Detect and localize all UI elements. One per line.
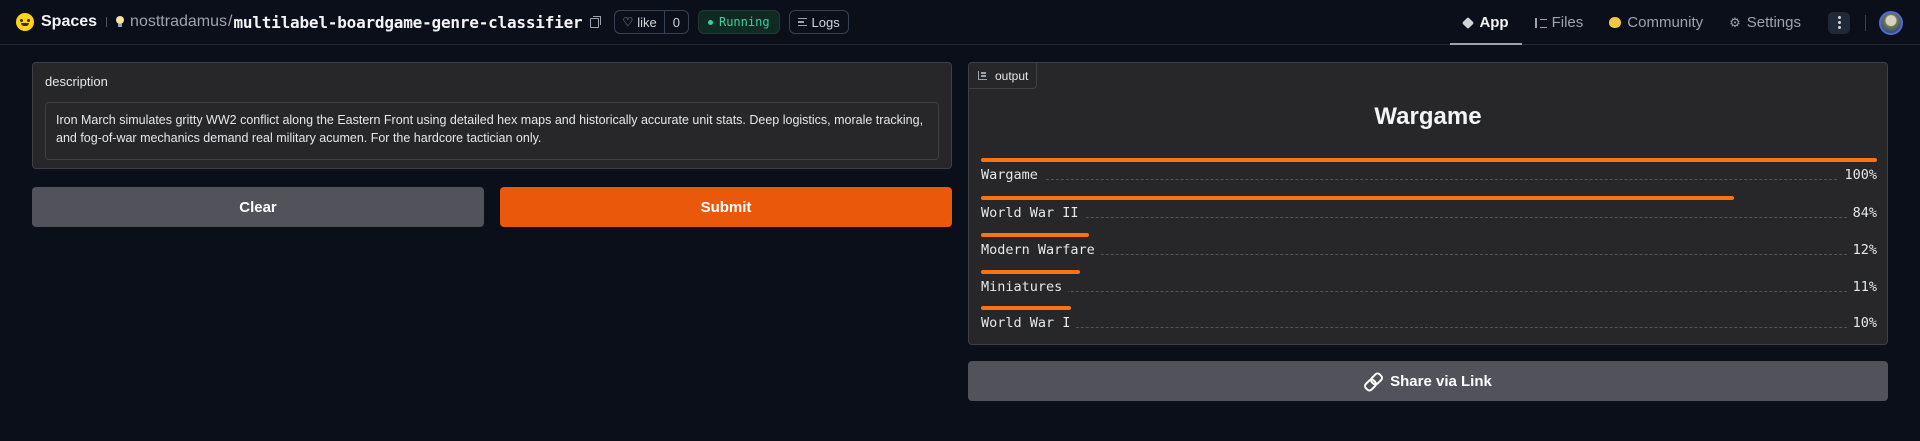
confidence-label-name: World War I — [981, 315, 1077, 331]
user-avatar[interactable] — [1879, 10, 1903, 35]
confidence-label-name: World War II — [981, 205, 1085, 221]
confidence-label-name: Miniatures — [981, 279, 1069, 295]
description-input-block: description Iron March simulates gritty … — [32, 62, 952, 169]
logs-button[interactable]: Logs — [788, 10, 849, 34]
confidence-label-name: Modern Warfare — [981, 242, 1101, 258]
submit-button[interactable]: Submit — [500, 187, 952, 227]
copy-icon[interactable] — [590, 16, 602, 28]
tab-app-label: App — [1479, 14, 1509, 31]
confidence-label-name: Wargame — [981, 167, 1044, 183]
status-text: Running — [718, 15, 770, 29]
dotted-leader — [981, 254, 1877, 255]
logs-label: Logs — [811, 14, 840, 30]
confidence-percent: 84% — [1846, 205, 1877, 221]
tab-settings[interactable]: ⚙ Settings — [1716, 0, 1814, 45]
link-icon — [1364, 372, 1382, 390]
confidence-row[interactable]: World War II 84% — [981, 196, 1877, 226]
confidence-bar — [981, 196, 1734, 200]
kebab-dot-icon — [1837, 26, 1841, 29]
app-cube-icon — [1462, 16, 1475, 29]
heart-icon: ♡ — [622, 15, 634, 29]
status-badge[interactable]: Running — [697, 10, 780, 34]
header-divider — [1865, 14, 1866, 31]
description-textarea[interactable]: Iron March simulates gritty WW2 conflict… — [45, 102, 939, 160]
huggingface-logo-icon[interactable] — [16, 13, 34, 31]
share-via-link-button[interactable]: Share via Link — [968, 361, 1888, 401]
tab-app[interactable]: App — [1450, 0, 1522, 45]
confidence-percent: 10% — [1846, 315, 1877, 331]
repo-name-link[interactable]: multilabel-boardgame-genre-classifier — [233, 13, 582, 32]
confidence-percent: 11% — [1846, 279, 1877, 295]
like-toggle[interactable]: ♡ like — [615, 11, 663, 33]
confidence-row[interactable]: Miniatures 11% — [981, 270, 1877, 300]
status-dot-icon — [707, 19, 713, 25]
like-label: like — [637, 14, 657, 30]
confidence-bar — [981, 233, 1089, 237]
confidence-row[interactable]: Modern Warfare 12% — [981, 233, 1877, 263]
path-separator: / — [227, 13, 233, 30]
dotted-leader — [981, 327, 1877, 328]
dotted-leader — [981, 179, 1877, 180]
confidence-percent: 12% — [1846, 242, 1877, 258]
output-tag: output — [969, 63, 1038, 89]
confidence-percent: 100% — [1838, 167, 1877, 183]
share-label: Share via Link — [1390, 372, 1492, 390]
confidence-bar — [981, 270, 1080, 274]
confidence-bar — [981, 158, 1877, 162]
spaces-brand-link[interactable]: Spaces — [41, 13, 97, 31]
confidence-row[interactable]: World War I 10% — [981, 306, 1877, 336]
gear-icon: ⚙ — [1729, 15, 1741, 30]
tab-settings-label: Settings — [1746, 14, 1801, 31]
description-label: description — [45, 74, 108, 89]
output-label-block: output Wargame Wargame 100% World War II… — [968, 62, 1888, 345]
like-count[interactable]: 0 — [663, 11, 688, 33]
lightbulb-icon — [116, 16, 125, 28]
tab-community-label: Community — [1627, 14, 1704, 31]
kebab-dot-icon — [1837, 21, 1841, 24]
space-header: Spaces nosttradamus / multilabel-boardga… — [16, 0, 849, 44]
owner-link[interactable]: nosttradamus — [130, 13, 227, 31]
confidence-row[interactable]: Wargame 100% — [981, 158, 1877, 188]
top-navbar: Spaces nosttradamus / multilabel-boardga… — [0, 0, 1920, 45]
tab-files-label: Files — [1551, 14, 1584, 31]
label-chart-icon — [978, 71, 987, 80]
logs-icon — [797, 18, 807, 26]
tab-files[interactable]: Files — [1522, 0, 1597, 45]
header-divider — [106, 17, 108, 27]
tab-community[interactable]: Community — [1596, 0, 1716, 45]
space-tabs: App Files Community ⚙ Settings — [1450, 0, 1920, 45]
confidence-bar — [981, 306, 1071, 310]
like-button[interactable]: ♡ like 0 — [614, 10, 689, 34]
kebab-dot-icon — [1837, 16, 1841, 19]
more-options-button[interactable] — [1828, 11, 1850, 34]
dotted-leader — [981, 291, 1877, 292]
community-icon — [1609, 17, 1622, 28]
output-tag-label: output — [995, 68, 1029, 83]
predicted-label: Wargame — [1374, 103, 1482, 130]
dotted-leader — [981, 217, 1877, 218]
files-icon — [1534, 17, 1547, 28]
clear-button[interactable]: Clear — [32, 187, 484, 227]
